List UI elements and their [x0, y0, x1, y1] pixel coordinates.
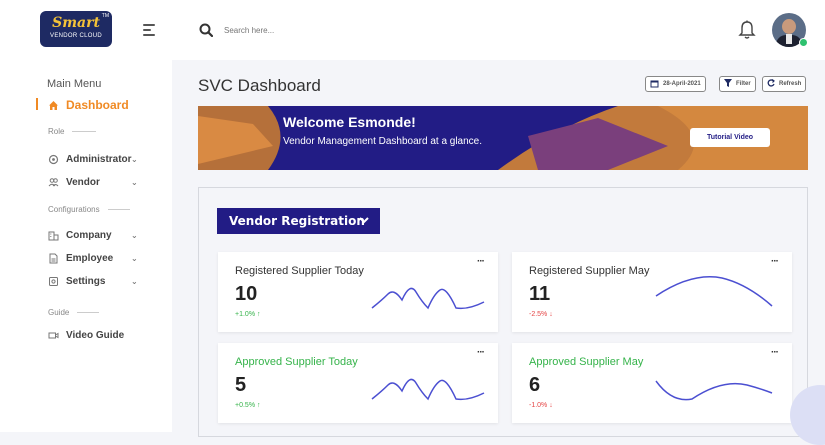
sidebar-item-label: Dashboard — [66, 98, 129, 112]
sidebar: Smart VENDOR CLOUD TM Main Menu Dashboar… — [0, 0, 172, 432]
card-change: -1.0% ↓ — [529, 402, 553, 409]
change-value: -1.0% — [529, 402, 548, 409]
sidebar-item-video-guide[interactable]: Video Guide — [0, 326, 172, 344]
sparkline — [655, 380, 773, 401]
chevron-down-icon: ⌄ — [131, 276, 138, 286]
admin-icon — [48, 154, 59, 165]
dropdown-label: Vendor Registration — [229, 214, 365, 228]
refresh-icon — [767, 79, 775, 89]
section-role: Role — [48, 127, 97, 136]
sidebar-item-administrator[interactable]: Administrator ⌄ — [0, 150, 172, 168]
sidebar-item-vendor[interactable]: Vendor ⌄ — [0, 173, 172, 191]
brand-logo[interactable]: Smart VENDOR CLOUD TM — [40, 11, 112, 47]
sidebar-item-label: Video Guide — [66, 329, 125, 341]
home-icon — [48, 100, 59, 111]
stat-card: Registered Supplier Today 10 +1.0% ↑ ··· — [218, 252, 498, 332]
arrow-up-icon: ↑ — [257, 402, 261, 409]
card-title: Approved Supplier May — [529, 356, 644, 368]
video-icon — [48, 330, 59, 341]
top-bar — [172, 0, 825, 60]
sparkline — [655, 276, 773, 307]
arrow-down-icon: ↓ — [549, 311, 553, 318]
card-change: +0.5% ↑ — [235, 402, 261, 409]
change-value: +1.0% — [235, 311, 256, 318]
stat-card: Approved Supplier May 6 -1.0% ↓ ··· — [512, 343, 792, 423]
section-guide: Guide — [48, 308, 100, 317]
section-guide-label: Guide — [48, 308, 70, 317]
sidebar-item-label: Administrator — [66, 153, 132, 165]
arrow-down-icon: ↓ — [549, 402, 553, 409]
stat-card: Registered Supplier May 11 -2.5% ↓ ··· — [512, 252, 792, 332]
card-title: Approved Supplier Today — [235, 356, 358, 368]
date-label: 28-April-2021 — [663, 81, 701, 87]
filter-icon — [724, 79, 732, 89]
sidebar-item-label: Settings — [66, 275, 106, 287]
bell-icon[interactable] — [738, 20, 756, 40]
search-input[interactable] — [224, 22, 424, 38]
chevron-down-icon: ⌄ — [131, 154, 138, 164]
vendor-registration-dropdown[interactable]: Vendor Registration — [217, 208, 380, 234]
vendor-icon — [48, 177, 59, 188]
date-picker[interactable]: 28-April-2021 — [645, 76, 706, 92]
section-configurations-label: Configurations — [48, 205, 100, 214]
card-value: 5 — [235, 374, 247, 396]
sidebar-item-label: Employee — [66, 252, 114, 264]
chevron-down-icon — [358, 214, 370, 229]
sidebar-item-label: Vendor — [66, 176, 100, 188]
company-icon — [48, 230, 59, 241]
section-role-label: Role — [48, 127, 65, 136]
brand-sub: VENDOR CLOUD — [50, 33, 102, 39]
sparkline — [371, 287, 485, 310]
menu-toggle-icon[interactable] — [143, 24, 155, 36]
change-value: +0.5% — [235, 402, 256, 409]
sidebar-item-settings[interactable]: Settings ⌄ — [0, 272, 172, 290]
card-title: Registered Supplier Today — [235, 265, 364, 277]
online-status-dot — [799, 38, 808, 47]
change-value: -2.5% — [529, 311, 548, 318]
chevron-down-icon: ⌄ — [131, 230, 138, 240]
card-value: 10 — [235, 283, 258, 305]
tutorial-video-button[interactable]: Tutorial Video — [690, 128, 770, 147]
chevron-down-icon: ⌄ — [131, 177, 138, 187]
main-menu-heading: Main Menu — [47, 78, 102, 90]
more-options-icon[interactable]: ··· — [771, 256, 779, 267]
calendar-icon — [650, 79, 659, 90]
brand-tm: TM — [101, 13, 109, 19]
card-change: -2.5% ↓ — [529, 311, 553, 318]
filter-button[interactable]: Filter — [719, 76, 756, 92]
chevron-down-icon: ⌄ — [131, 253, 138, 263]
card-change: +1.0% ↑ — [235, 311, 261, 318]
sidebar-item-employee[interactable]: Employee ⌄ — [0, 249, 172, 267]
sparkline — [371, 378, 485, 401]
more-options-icon[interactable]: ··· — [477, 347, 485, 358]
refresh-label: Refresh — [779, 81, 802, 87]
refresh-button[interactable]: Refresh — [762, 76, 807, 92]
more-options-icon[interactable]: ··· — [771, 347, 779, 358]
page-title: SVC Dashboard — [198, 76, 321, 95]
settings-icon — [48, 276, 59, 287]
banner-subtitle: Vendor Management Dashboard at a glance. — [283, 136, 483, 147]
sidebar-item-dashboard[interactable]: Dashboard — [0, 96, 172, 114]
card-title: Registered Supplier May — [529, 265, 650, 277]
card-value: 11 — [529, 283, 551, 305]
card-value: 6 — [529, 374, 541, 396]
filter-label: Filter — [736, 81, 751, 87]
stat-card: Approved Supplier Today 5 +0.5% ↑ ··· — [218, 343, 498, 423]
more-options-icon[interactable]: ··· — [477, 256, 485, 267]
arrow-up-icon: ↑ — [257, 311, 261, 318]
logo-area: Smart VENDOR CLOUD TM — [0, 0, 172, 60]
section-configurations: Configurations — [48, 205, 130, 214]
search-icon[interactable] — [199, 23, 213, 37]
sidebar-item-label: Company — [66, 229, 112, 241]
sidebar-item-company[interactable]: Company ⌄ — [0, 226, 172, 244]
employee-icon — [48, 253, 59, 264]
banner-title: Welcome Esmonde! — [283, 114, 416, 130]
